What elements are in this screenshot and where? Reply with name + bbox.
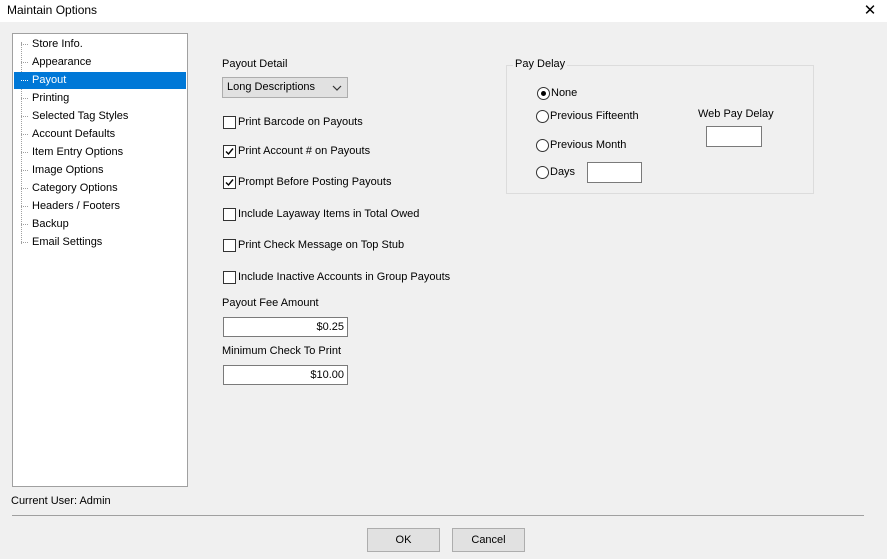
tree-item-label: Account Defaults	[32, 128, 116, 140]
tree-item-label: Image Options	[32, 164, 104, 176]
tree-item-label: Store Info.	[32, 38, 83, 50]
web-pay-delay-label: Web Pay Delay	[698, 108, 774, 120]
tree-item-label: Payout	[32, 74, 67, 86]
tree-branch	[21, 170, 28, 171]
tree-item-label: Email Settings	[32, 236, 103, 248]
chevron-down-icon	[332, 85, 342, 91]
tree-item-selected-tag-styles[interactable]: Selected Tag Styles	[13, 108, 187, 125]
checkbox-box[interactable]	[223, 176, 236, 189]
tree-item-label: Appearance	[32, 56, 92, 68]
radio-label: Previous Month	[550, 139, 627, 151]
footer-divider	[12, 515, 864, 516]
web-pay-delay-input[interactable]	[706, 126, 762, 147]
ok-button[interactable]: OK	[367, 528, 440, 552]
tree-branch	[21, 152, 28, 153]
tree-item-appearance[interactable]: Appearance	[13, 54, 187, 71]
checkbox-box[interactable]	[223, 271, 236, 284]
tree-item-label: Backup	[32, 218, 69, 230]
radio-label: Previous Fifteenth	[550, 110, 639, 122]
current-user-status: Current User: Admin	[11, 495, 111, 507]
payout-detail-value: Long Descriptions	[227, 81, 316, 93]
tree-branch	[21, 44, 28, 45]
window-title: Maintain Options	[7, 3, 98, 17]
radio-circle[interactable]	[537, 87, 550, 100]
checkbox-label: Include Layaway Items in Total Owed	[238, 208, 420, 220]
minimum-check-input[interactable]: $10.00	[223, 365, 348, 385]
payout-detail-select[interactable]: Long Descriptions	[222, 77, 348, 98]
tree-branch	[21, 62, 28, 63]
payout-fee-label: Payout Fee Amount	[222, 297, 319, 309]
radio-label: Days	[550, 166, 576, 178]
options-tree[interactable]: Store Info. Appearance Payout Printing S…	[12, 33, 188, 487]
tree-item-label: Headers / Footers	[32, 200, 121, 212]
check-icon	[225, 148, 234, 156]
tree-item-item-entry-options[interactable]: Item Entry Options	[13, 144, 187, 161]
radio-label: None	[551, 87, 578, 99]
checkbox-box[interactable]	[223, 208, 236, 221]
checkbox-box[interactable]	[223, 145, 236, 158]
tree-item-store-info[interactable]: Store Info.	[13, 36, 187, 53]
radio-selected-dot	[541, 91, 546, 96]
checkbox-label: Print Barcode on Payouts	[238, 116, 363, 128]
tree-item-headers-footers[interactable]: Headers / Footers	[13, 198, 187, 215]
tree-item-email-settings[interactable]: Email Settings	[13, 234, 187, 251]
pay-delay-title: Pay Delay	[513, 58, 568, 70]
radio-circle[interactable]	[536, 110, 549, 123]
tree-item-image-options[interactable]: Image Options	[13, 162, 187, 179]
tree-branch	[21, 116, 28, 117]
close-icon[interactable]: ✕	[853, 0, 887, 22]
radio-circle[interactable]	[536, 166, 549, 179]
tree-branch	[21, 206, 28, 207]
tree-item-category-options[interactable]: Category Options	[13, 180, 187, 197]
payout-detail-label: Payout Detail	[222, 58, 288, 70]
checkbox-box[interactable]	[223, 239, 236, 252]
tree-branch	[21, 134, 28, 135]
pay-delay-days-input[interactable]	[587, 162, 642, 183]
tree-item-backup[interactable]: Backup	[13, 216, 187, 233]
tree-item-account-defaults[interactable]: Account Defaults	[13, 126, 187, 143]
title-bar: Maintain Options ✕	[0, 0, 887, 22]
tree-item-label: Selected Tag Styles	[32, 110, 129, 122]
tree-branch	[21, 80, 28, 81]
radio-circle[interactable]	[536, 139, 549, 152]
tree-item-printing[interactable]: Printing	[13, 90, 187, 107]
tree-branch	[21, 188, 28, 189]
tree-item-payout[interactable]: Payout	[14, 72, 186, 89]
tree-branch	[21, 242, 28, 243]
minimum-check-label: Minimum Check To Print	[222, 345, 341, 357]
cancel-button[interactable]: Cancel	[452, 528, 525, 552]
check-icon	[225, 179, 234, 187]
tree-item-label: Item Entry Options	[32, 146, 124, 158]
checkbox-box[interactable]	[223, 116, 236, 129]
tree-branch	[21, 224, 28, 225]
payout-fee-input[interactable]: $0.25	[223, 317, 348, 337]
checkbox-label: Include Inactive Accounts in Group Payou…	[238, 271, 451, 283]
tree-item-label: Category Options	[32, 182, 118, 194]
checkbox-label: Prompt Before Posting Payouts	[238, 176, 392, 188]
tree-item-label: Printing	[32, 92, 70, 104]
tree-branch	[21, 98, 28, 99]
checkbox-label: Print Check Message on Top Stub	[238, 239, 405, 251]
checkbox-label: Print Account # on Payouts	[238, 145, 371, 157]
